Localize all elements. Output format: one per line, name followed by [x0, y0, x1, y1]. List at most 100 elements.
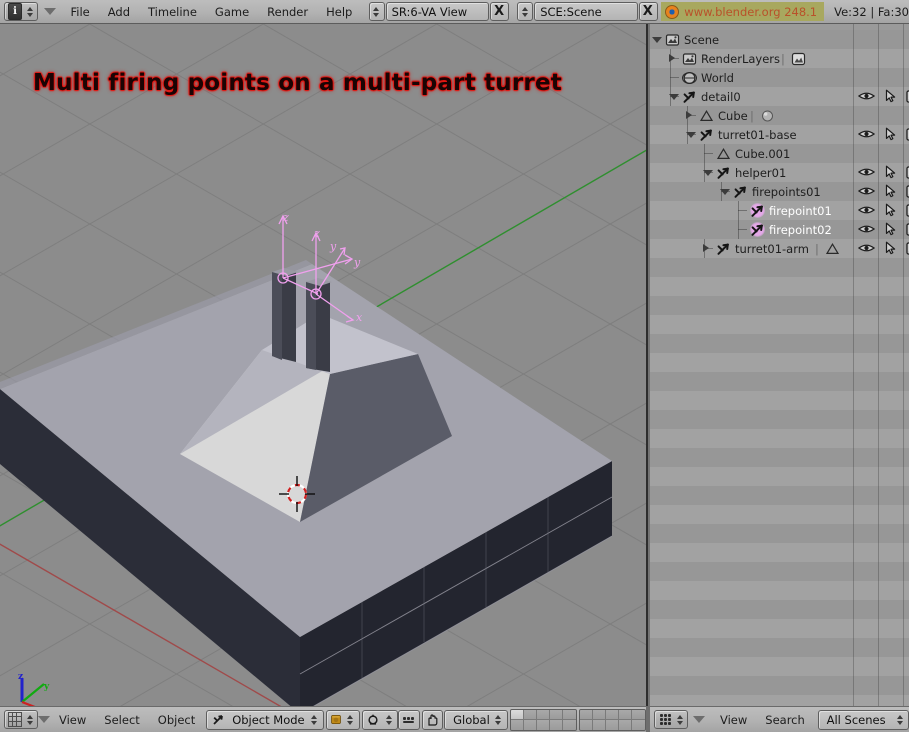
- transform-orientation-selector[interactable]: Global: [444, 709, 508, 730]
- visibility-toggle[interactable]: [857, 128, 876, 143]
- outliner-row-cube[interactable]: Cube |: [650, 106, 909, 125]
- cursor-arrow-icon[interactable]: [884, 222, 897, 236]
- outliner-panel[interactable]: Scene RenderLayers | World detail0 Cube | turre…: [650, 24, 909, 706]
- cursor-arrow-icon[interactable]: [884, 89, 897, 103]
- outliner-editor-type-selector[interactable]: [654, 710, 688, 729]
- outliner-row-turret01-arm[interactable]: turret01-arm |: [650, 239, 909, 258]
- layer-button[interactable]: [537, 719, 551, 730]
- layer-button[interactable]: [511, 709, 525, 720]
- cursor-arrow-icon[interactable]: [884, 184, 897, 198]
- selectability-toggle[interactable]: [884, 165, 897, 182]
- outliner-row-firepoint02[interactable]: firepoint02: [650, 220, 909, 239]
- scene-icon[interactable]: [682, 51, 697, 66]
- cursor-arrow-icon[interactable]: [884, 127, 897, 141]
- mesh-icon[interactable]: [699, 108, 714, 123]
- selectability-toggle[interactable]: [884, 203, 897, 220]
- selectability-toggle[interactable]: [884, 184, 897, 201]
- editor-type-spinner[interactable]: [24, 6, 35, 17]
- layer-group-2[interactable]: [579, 708, 646, 731]
- layer-button[interactable]: [550, 719, 564, 730]
- empty-icon[interactable]: [716, 165, 731, 180]
- screen-browse-button[interactable]: [368, 2, 385, 21]
- outliner-row-turret01-base[interactable]: turret01-base: [650, 125, 909, 144]
- 3d-cursor[interactable]: [279, 476, 315, 512]
- outliner-menu-search[interactable]: Search: [756, 709, 814, 731]
- selectability-toggle[interactable]: [884, 89, 897, 106]
- scene-icon[interactable]: [665, 32, 680, 47]
- layer-button[interactable]: [511, 719, 525, 730]
- layer-button[interactable]: [524, 719, 538, 730]
- disclosure-triangle-closed[interactable]: [703, 244, 709, 252]
- outliner-row-world[interactable]: World: [650, 68, 909, 87]
- viewport-menu-object[interactable]: Object: [149, 709, 204, 731]
- eye-icon[interactable]: [857, 90, 876, 102]
- layer-button[interactable]: [580, 719, 593, 730]
- translate-manipulator-button[interactable]: [398, 709, 421, 730]
- outliner-row-firepoints01[interactable]: firepoints01: [650, 182, 909, 201]
- visibility-toggle[interactable]: [857, 166, 876, 181]
- selectability-toggle[interactable]: [884, 127, 897, 144]
- layer-button[interactable]: [632, 719, 645, 730]
- viewport-editor-type-selector[interactable]: [4, 710, 38, 729]
- empty-axes-gizmos[interactable]: [0, 24, 646, 706]
- layer-group-1[interactable]: [510, 708, 578, 731]
- outliner-menu-view[interactable]: View: [711, 709, 756, 731]
- menu-timeline[interactable]: Timeline: [139, 1, 206, 23]
- layer-button[interactable]: [593, 709, 606, 720]
- outliner-row-helper01[interactable]: helper01: [650, 163, 909, 182]
- eye-icon[interactable]: [857, 185, 876, 197]
- outliner-row-renderlayers[interactable]: RenderLayers |: [650, 49, 909, 68]
- 3d-viewport[interactable]: z y z y x Multi firing points on a multi…: [0, 24, 646, 706]
- disclosure-triangle-open[interactable]: [669, 94, 679, 100]
- outliner-row-detail0[interactable]: detail0: [650, 87, 909, 106]
- layer-button[interactable]: [606, 719, 619, 730]
- empty-icon[interactable]: [716, 241, 731, 256]
- menu-game[interactable]: Game: [206, 1, 258, 23]
- transform-orientation-icon-button[interactable]: [422, 709, 444, 730]
- layer-button[interactable]: [563, 719, 577, 730]
- menu-render[interactable]: Render: [258, 1, 317, 23]
- eye-icon[interactable]: [857, 204, 876, 216]
- draw-type-selector[interactable]: [325, 709, 360, 730]
- visibility-toggle[interactable]: [857, 204, 876, 219]
- layer-button[interactable]: [619, 709, 632, 720]
- selectability-toggle[interactable]: [884, 241, 897, 258]
- scene-delete-button[interactable]: X: [638, 2, 658, 21]
- disclosure-triangle-open[interactable]: [652, 37, 662, 43]
- visibility-toggle[interactable]: [857, 90, 876, 105]
- visibility-toggle[interactable]: [857, 223, 876, 238]
- layer-button[interactable]: [606, 709, 619, 720]
- visibility-toggle[interactable]: [857, 242, 876, 257]
- screen-name-field[interactable]: SR:6-VA View: [385, 2, 490, 21]
- disclosure-triangle-open[interactable]: [703, 170, 713, 176]
- world-icon[interactable]: [682, 70, 697, 85]
- object-mode-selector[interactable]: Object Mode: [206, 709, 324, 730]
- empty-icon[interactable]: [733, 184, 748, 199]
- editor-type-selector[interactable]: i: [4, 2, 38, 21]
- disclosure-triangle-open[interactable]: [686, 132, 696, 138]
- outliner-row-cube-001[interactable]: Cube.001: [650, 144, 909, 163]
- empty-icon[interactable]: [750, 203, 765, 218]
- cursor-arrow-icon[interactable]: [884, 165, 897, 179]
- cursor-arrow-icon[interactable]: [884, 203, 897, 217]
- menu-help[interactable]: Help: [317, 1, 361, 23]
- window-menu-triangle-icon[interactable]: [38, 716, 50, 723]
- empty-icon[interactable]: [699, 127, 714, 142]
- empty-icon[interactable]: [682, 89, 697, 104]
- layer-button[interactable]: [524, 709, 538, 720]
- rotation-mode-selector[interactable]: [362, 709, 399, 730]
- mesh-icon[interactable]: [716, 146, 731, 161]
- eye-icon[interactable]: [857, 166, 876, 178]
- renderlayer-icon[interactable]: [791, 51, 806, 66]
- outliner-row-scene[interactable]: Scene: [650, 30, 909, 49]
- layer-button[interactable]: [632, 709, 645, 720]
- blender-org-link[interactable]: www.blender.org 248.1: [661, 2, 825, 21]
- viewport-menu-view[interactable]: View: [50, 709, 95, 731]
- cursor-arrow-icon[interactable]: [884, 241, 897, 255]
- eye-icon[interactable]: [857, 223, 876, 235]
- window-menu-triangle-icon[interactable]: [38, 8, 62, 15]
- layer-button[interactable]: [619, 719, 632, 730]
- eye-icon[interactable]: [857, 242, 876, 254]
- disclosure-triangle-closed[interactable]: [686, 111, 692, 119]
- viewport-menu-select[interactable]: Select: [95, 709, 148, 731]
